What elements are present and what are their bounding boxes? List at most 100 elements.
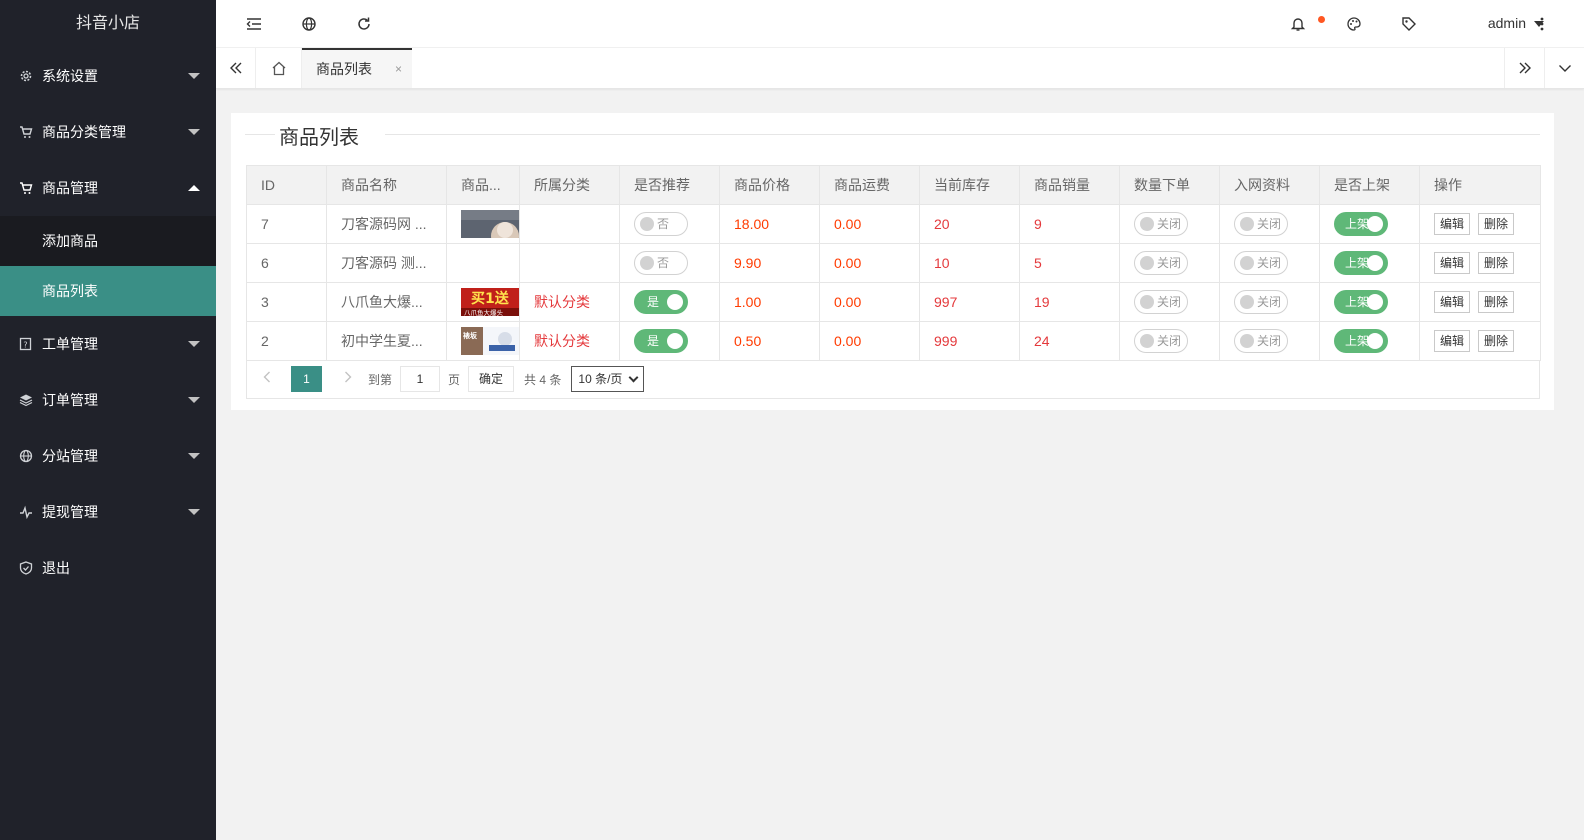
gear-icon <box>18 68 34 84</box>
more-icon[interactable] <box>1532 14 1552 34</box>
prev-page-icon[interactable] <box>253 370 281 388</box>
cell-id: 3 <box>246 282 327 322</box>
tab-product-list[interactable]: 商品列表 × <box>302 48 412 88</box>
double-chevron-right-icon <box>1519 62 1531 74</box>
recommend-switch[interactable]: 否 <box>634 251 688 275</box>
goto-page-input[interactable]: 1 <box>400 366 441 392</box>
cell-category: 默认分类 <box>519 321 620 361</box>
next-page-icon[interactable] <box>334 370 362 388</box>
column-header[interactable]: 商品价格 <box>719 165 820 205</box>
sidebar-item-category-management[interactable]: 商品分类管理 <box>0 104 216 160</box>
edit-button[interactable]: 编辑 <box>1434 252 1471 274</box>
column-header[interactable]: 商品名称 <box>326 165 447 205</box>
column-header[interactable]: 所属分类 <box>519 165 620 205</box>
sidebar-item-product-management[interactable]: 商品管理 <box>0 160 216 216</box>
sidebar-item-label: 系统设置 <box>42 68 98 84</box>
product-thumbnail[interactable] <box>461 249 519 277</box>
net-info-switch[interactable]: 关闭 <box>1234 251 1288 275</box>
sidebar-item-label: 商品分类管理 <box>42 124 126 140</box>
switch-knob <box>640 217 654 231</box>
cell-actions: 编辑 删除 <box>1419 243 1541 283</box>
net-info-switch[interactable]: 关闭 <box>1234 290 1288 314</box>
listed-switch[interactable]: 上架 <box>1334 329 1388 353</box>
palette-icon[interactable] <box>1344 14 1364 34</box>
tabs-bar: 商品列表 × <box>216 48 1584 89</box>
product-thumbnail[interactable]: 裱坂 <box>461 327 519 355</box>
cell-listed: 上架 <box>1319 204 1420 244</box>
net-info-switch[interactable]: 关闭 <box>1234 212 1288 236</box>
cell-name: 刀客源码 测... <box>326 243 447 283</box>
column-header[interactable]: 是否上架 <box>1319 165 1420 205</box>
sidebar-item-substation-management[interactable]: 分站管理 <box>0 428 216 484</box>
column-header[interactable]: 操作 <box>1419 165 1541 205</box>
column-header[interactable]: 商品运费 <box>819 165 920 205</box>
tabs-scroll-left-button[interactable] <box>216 48 256 88</box>
qty-order-switch[interactable]: 关闭 <box>1134 212 1188 236</box>
delete-button[interactable]: 删除 <box>1478 291 1515 313</box>
current-page[interactable]: 1 <box>291 366 322 392</box>
sidebar-item-withdraw-management[interactable]: 提现管理 <box>0 484 216 540</box>
recommend-switch[interactable]: 是 <box>634 290 688 314</box>
sidebar-item-product-list[interactable]: 商品列表 <box>0 266 216 316</box>
page-size-select[interactable]: 10 条/页 <box>571 366 645 392</box>
cell-name: 初中学生夏... <box>326 321 447 361</box>
delete-button[interactable]: 删除 <box>1478 252 1515 274</box>
sidebar-item-label: 商品管理 <box>42 180 98 196</box>
tab-home[interactable] <box>256 48 302 88</box>
sidebar-item-add-product[interactable]: 添加商品 <box>0 216 216 266</box>
recommend-switch[interactable]: 否 <box>634 212 688 236</box>
cell-price: 0.50 <box>719 321 820 361</box>
chevron-down-icon <box>188 73 200 79</box>
switch-knob <box>1140 256 1154 270</box>
cell-listed: 上架 <box>1319 282 1420 322</box>
column-header[interactable]: 商品销量 <box>1019 165 1120 205</box>
switch-knob <box>1367 216 1383 232</box>
menu-fold-icon[interactable] <box>244 14 264 34</box>
column-header[interactable]: 数量下单 <box>1119 165 1220 205</box>
edit-button[interactable]: 编辑 <box>1434 291 1471 313</box>
sidebar-item-order-management[interactable]: 订单管理 <box>0 372 216 428</box>
column-header[interactable]: 当前库存 <box>919 165 1020 205</box>
delete-button[interactable]: 删除 <box>1478 213 1515 235</box>
refresh-icon[interactable] <box>354 14 374 34</box>
sidebar-item-label: 分站管理 <box>42 448 98 464</box>
cell-net-info: 关闭 <box>1219 321 1320 361</box>
sidebar-item-label: 订单管理 <box>42 392 98 408</box>
qty-order-switch[interactable]: 关闭 <box>1134 251 1188 275</box>
column-header[interactable]: 是否推荐 <box>619 165 720 205</box>
bell-icon[interactable] <box>1288 14 1308 34</box>
qty-order-switch[interactable]: 关闭 <box>1134 290 1188 314</box>
globe-icon[interactable] <box>299 14 319 34</box>
edit-button[interactable]: 编辑 <box>1434 213 1471 235</box>
close-icon[interactable]: × <box>395 62 402 76</box>
sidebar-item-system-settings[interactable]: 系统设置 <box>0 48 216 104</box>
cell-id: 7 <box>246 204 327 244</box>
tabs-dropdown-button[interactable] <box>1544 48 1584 88</box>
cart-icon <box>18 124 34 140</box>
net-info-switch[interactable]: 关闭 <box>1234 329 1288 353</box>
table-row: 6 刀客源码 测... 否 9.90 0.00 10 5 关闭 关闭 上架 编辑… <box>246 243 1541 283</box>
user-menu[interactable]: admin <box>1488 15 1526 31</box>
tabs-scroll-right-button[interactable] <box>1504 48 1544 88</box>
recommend-switch[interactable]: 是 <box>634 329 688 353</box>
product-thumbnail[interactable]: 买1送 八爪鱼大爆头 <box>461 288 519 316</box>
product-thumbnail[interactable] <box>461 210 519 238</box>
sidebar-item-label: 提现管理 <box>42 504 98 520</box>
sidebar-item-logout[interactable]: 退出 <box>0 540 216 596</box>
delete-button[interactable]: 删除 <box>1478 330 1515 352</box>
column-header[interactable]: ID <box>246 165 327 205</box>
listed-switch[interactable]: 上架 <box>1334 251 1388 275</box>
page-title: 商品列表 <box>275 121 363 150</box>
listed-switch[interactable]: 上架 <box>1334 290 1388 314</box>
qty-order-switch[interactable]: 关闭 <box>1134 329 1188 353</box>
sidebar-item-ticket-management[interactable]: ? 工单管理 <box>0 316 216 372</box>
column-header[interactable]: 入网资料 <box>1219 165 1320 205</box>
cell-thumb <box>446 243 520 283</box>
column-header[interactable]: 商品... <box>446 165 520 205</box>
cell-price: 9.90 <box>719 243 820 283</box>
listed-switch[interactable]: 上架 <box>1334 212 1388 236</box>
edit-button[interactable]: 编辑 <box>1434 330 1471 352</box>
goto-confirm-button[interactable]: 确定 <box>468 366 515 392</box>
tag-icon[interactable] <box>1399 14 1419 34</box>
cell-recommend: 否 <box>619 204 720 244</box>
